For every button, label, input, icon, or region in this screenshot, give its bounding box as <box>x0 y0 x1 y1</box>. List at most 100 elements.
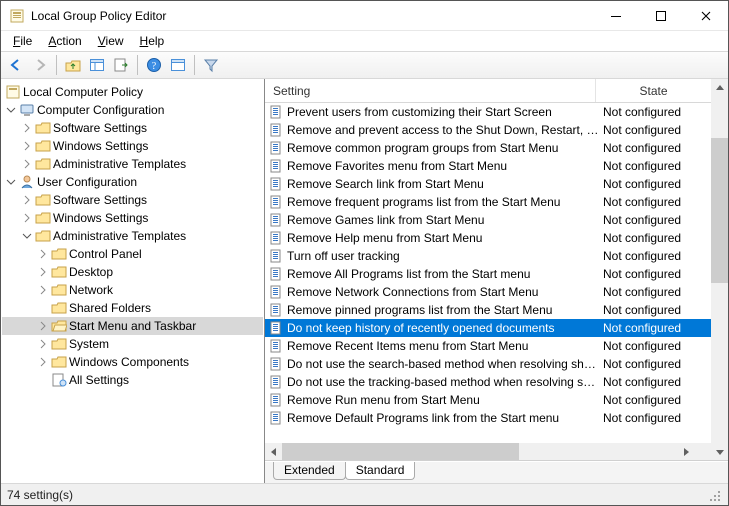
menu-help[interactable]: Help <box>132 33 173 49</box>
filter-button[interactable] <box>200 54 222 76</box>
setting-icon <box>267 411 285 425</box>
resize-grip-icon[interactable] <box>706 487 722 503</box>
tree-item[interactable]: Windows Components <box>2 353 263 371</box>
statusbar: 74 setting(s) <box>1 483 728 505</box>
setting-label: Remove pinned programs list from the Sta… <box>287 303 599 317</box>
tree-computer-config[interactable]: Computer Configuration <box>2 101 263 119</box>
column-header-state[interactable]: State <box>596 79 711 102</box>
list-row[interactable]: Remove Default Programs link from the St… <box>265 409 711 427</box>
folder-icon <box>50 336 68 352</box>
user-icon <box>18 174 36 190</box>
tree-user-config[interactable]: User Configuration <box>2 173 263 191</box>
setting-icon <box>267 213 285 227</box>
list-row[interactable]: Remove Run menu from Start MenuNot confi… <box>265 391 711 409</box>
scroll-right-icon[interactable] <box>677 443 694 460</box>
collapse-icon[interactable] <box>4 105 18 115</box>
tree-item[interactable]: Windows Settings <box>2 209 263 227</box>
tree-item[interactable]: Shared Folders <box>2 299 263 317</box>
setting-state: Not configured <box>599 357 711 371</box>
setting-state: Not configured <box>599 105 711 119</box>
tree-toggle-button[interactable] <box>86 54 108 76</box>
all-settings-icon <box>50 372 68 388</box>
list-row[interactable]: Turn off user trackingNot configured <box>265 247 711 265</box>
setting-icon <box>267 285 285 299</box>
list-row[interactable]: Remove and prevent access to the Shut Do… <box>265 121 711 139</box>
setting-state: Not configured <box>599 285 711 299</box>
column-header-setting[interactable]: Setting <box>265 79 596 102</box>
tree-admin-templates[interactable]: Administrative Templates <box>2 227 263 245</box>
list-row[interactable]: Remove common program groups from Start … <box>265 139 711 157</box>
setting-state: Not configured <box>599 231 711 245</box>
setting-state: Not configured <box>599 123 711 137</box>
tab-standard[interactable]: Standard <box>345 462 416 480</box>
setting-icon <box>267 177 285 191</box>
setting-icon <box>267 339 285 353</box>
setting-label: Do not use the tracking-based method whe… <box>287 375 599 389</box>
maximize-button[interactable] <box>638 1 683 30</box>
list-row[interactable]: Remove frequent programs list from the S… <box>265 193 711 211</box>
horizontal-scrollbar[interactable] <box>265 443 711 460</box>
list-row[interactable]: Do not use the tracking-based method whe… <box>265 373 711 391</box>
list-row[interactable]: Remove Favorites menu from Start MenuNot… <box>265 157 711 175</box>
setting-label: Remove Run menu from Start Menu <box>287 393 599 407</box>
tree-item[interactable]: Administrative Templates <box>2 155 263 173</box>
list-row[interactable]: Remove Recent Items menu from Start Menu… <box>265 337 711 355</box>
export-list-button[interactable] <box>110 54 132 76</box>
svg-text:?: ? <box>152 61 157 72</box>
list-body: Prevent users from customizing their Sta… <box>265 103 711 443</box>
close-button[interactable] <box>683 1 728 30</box>
vertical-scrollbar[interactable] <box>711 79 728 460</box>
list-row[interactable]: Do not use the search-based method when … <box>265 355 711 373</box>
setting-label: Do not keep history of recently opened d… <box>287 321 599 335</box>
tree-item[interactable]: Desktop <box>2 263 263 281</box>
setting-label: Do not use the search-based method when … <box>287 357 599 371</box>
scroll-left-icon[interactable] <box>265 443 282 460</box>
folder-icon <box>50 264 68 280</box>
list-row[interactable]: Remove Help menu from Start MenuNot conf… <box>265 229 711 247</box>
vertical-scroll-thumb[interactable] <box>711 138 728 284</box>
expand-icon[interactable] <box>20 123 34 133</box>
horizontal-scroll-thumb[interactable] <box>282 443 519 460</box>
setting-label: Prevent users from customizing their Sta… <box>287 105 599 119</box>
status-text: 74 setting(s) <box>7 488 73 502</box>
setting-icon <box>267 195 285 209</box>
setting-state: Not configured <box>599 213 711 227</box>
tree-item[interactable]: Software Settings <box>2 191 263 209</box>
tree-item[interactable]: Control Panel <box>2 245 263 263</box>
menu-file[interactable]: File <box>5 33 40 49</box>
list-row[interactable]: Remove Search link from Start MenuNot co… <box>265 175 711 193</box>
folder-open-icon <box>50 318 68 334</box>
minimize-button[interactable] <box>593 1 638 30</box>
tree-root[interactable]: Local Computer Policy <box>2 83 263 101</box>
setting-state: Not configured <box>599 267 711 281</box>
tree-item[interactable]: Software Settings <box>2 119 263 137</box>
scroll-down-icon[interactable] <box>711 443 728 460</box>
list-row[interactable]: Remove Games link from Start MenuNot con… <box>265 211 711 229</box>
setting-state: Not configured <box>599 375 711 389</box>
tree-item-start-menu-taskbar[interactable]: Start Menu and Taskbar <box>2 317 263 335</box>
setting-state: Not configured <box>599 411 711 425</box>
tree-item[interactable]: Network <box>2 281 263 299</box>
setting-label: Remove Recent Items menu from Start Menu <box>287 339 599 353</box>
tree-pane: Local Computer Policy Computer Configura… <box>1 79 265 483</box>
list-row[interactable]: Prevent users from customizing their Sta… <box>265 103 711 121</box>
list-row[interactable]: Remove pinned programs list from the Sta… <box>265 301 711 319</box>
tree-item-all-settings[interactable]: All Settings <box>2 371 263 389</box>
properties-button[interactable] <box>167 54 189 76</box>
help-button[interactable]: ? <box>143 54 165 76</box>
setting-label: Remove frequent programs list from the S… <box>287 195 599 209</box>
list-row[interactable]: Remove Network Connections from Start Me… <box>265 283 711 301</box>
list-row[interactable]: Remove All Programs list from the Start … <box>265 265 711 283</box>
scroll-up-icon[interactable] <box>711 79 728 96</box>
list-row[interactable]: Do not keep history of recently opened d… <box>265 319 711 337</box>
setting-state: Not configured <box>599 177 711 191</box>
menu-action[interactable]: Action <box>40 33 89 49</box>
menu-view[interactable]: View <box>90 33 132 49</box>
back-button[interactable] <box>5 54 27 76</box>
tab-extended[interactable]: Extended <box>273 462 346 480</box>
tree-item[interactable]: System <box>2 335 263 353</box>
setting-state: Not configured <box>599 321 711 335</box>
up-folder-button[interactable] <box>62 54 84 76</box>
forward-button[interactable] <box>29 54 51 76</box>
tree-item[interactable]: Windows Settings <box>2 137 263 155</box>
